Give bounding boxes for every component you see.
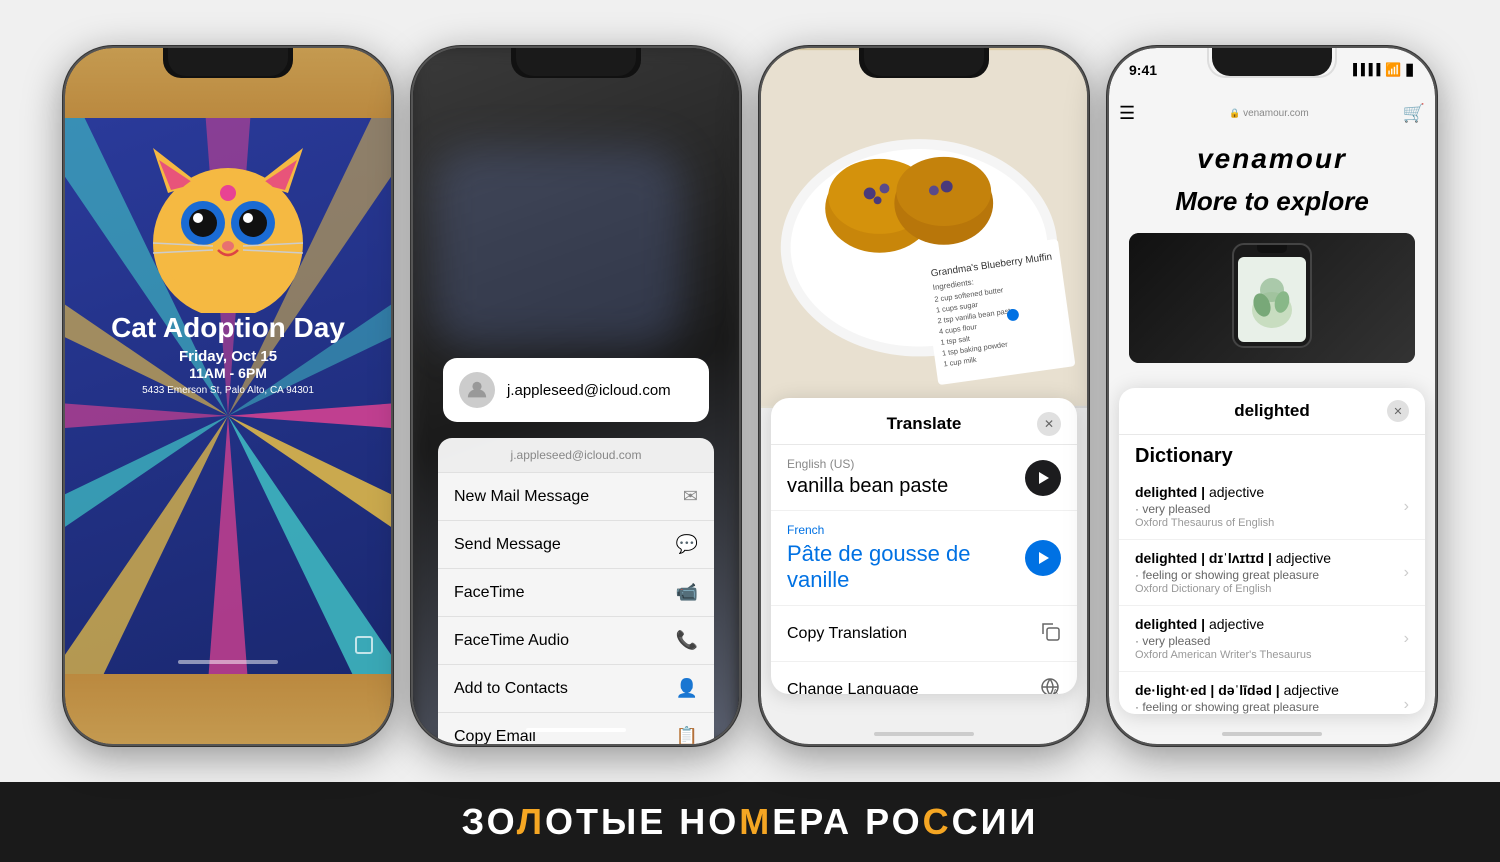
chevron-right-icon-2: › (1404, 564, 1409, 582)
dict-close-button[interactable]: ✕ (1387, 400, 1409, 422)
chevron-right-icon-3: › (1404, 630, 1409, 648)
copy-icon: 📋 (676, 726, 698, 744)
browser-bar: ☰ 🔒 venamour.com 🛒 (1109, 103, 1435, 124)
source-language: English (US) (787, 457, 948, 471)
change-language-label: Change Language (787, 681, 919, 695)
context-header: j.appleseed@icloud.com (438, 438, 714, 473)
dict-section-title: Dictionary (1119, 435, 1425, 474)
dict-entry-4[interactable]: de·light·ed | dəˈlīdəd | adjective · fee… (1119, 672, 1425, 714)
menu-item-new-mail[interactable]: New Mail Message ✉ (438, 473, 714, 521)
phones-container: Cat Adoption Day Friday, Oct 15 11AM - 6… (0, 0, 1500, 782)
svg-text:A: A (1053, 689, 1058, 694)
menu-item-label-copy-email: Copy Email (454, 728, 536, 745)
product-image (1129, 233, 1415, 363)
cart-icon[interactable]: 🛒 (1403, 103, 1425, 124)
dict-entry-2[interactable]: delighted | dɪˈlʌɪtɪd | adjective · feel… (1119, 540, 1425, 606)
message-icon: 💬 (676, 534, 698, 555)
chevron-right-icon-4: › (1404, 696, 1409, 714)
wifi-icon: 📶 (1385, 62, 1401, 78)
translate-source-section: English (US) vanilla bean paste (771, 445, 1077, 511)
explore-title: More to explore (1109, 186, 1435, 217)
email-card: j.appleseed@icloud.com (443, 358, 709, 422)
brand-name: venamour (1109, 143, 1435, 175)
translate-target-section: French Pâte de gousse de vanille (771, 511, 1077, 606)
dictionary-panel: delighted ✕ Dictionary delighted | adjec… (1119, 388, 1425, 714)
dict-entry-3[interactable]: delighted | adjective · very pleased Oxf… (1119, 606, 1425, 672)
event-title: Cat Adoption Day (96, 313, 360, 344)
menu-item-label-facetime: FaceTime (454, 584, 525, 602)
browser-domain: venamour.com (1243, 108, 1309, 119)
translate-panel: Translate ✕ English (US) vanilla bean pa… (771, 398, 1077, 694)
facetime-icon: 📹 (676, 582, 698, 603)
translate-header: Translate ✕ (771, 398, 1077, 445)
event-address: 5433 Emerson St, Palo Alto, CA 94301 (142, 385, 314, 396)
lock-icon: 🔒 (1229, 108, 1240, 118)
dict-word: delighted (1234, 401, 1310, 421)
translate-title: Translate (811, 414, 1037, 434)
phone-icon: 📞 (676, 630, 698, 651)
source-text: vanilla bean paste (787, 475, 948, 498)
event-time: 11AM - 6PM (189, 365, 267, 381)
play-source-button[interactable] (1025, 460, 1061, 496)
menu-item-add-contacts[interactable]: Add to Contacts 👤 (438, 665, 714, 713)
context-menu: j.appleseed@icloud.com New Mail Message … (438, 438, 714, 744)
event-date: Friday, Oct 15 (179, 348, 277, 365)
phone-3: Grandma's Blueberry Muffin Ingredients: … (759, 46, 1089, 746)
phone-4: 9:41 ▐▐▐▐ 📶 ▊ ☰ 🔒 venamour.com (1107, 46, 1437, 746)
battery-icon: ▊ (1407, 64, 1415, 77)
target-text: Pâte de gousse de vanille (787, 541, 1025, 593)
email-display: j.appleseed@icloud.com (507, 382, 671, 399)
menu-item-label-facetime-audio: FaceTime Audio (454, 632, 569, 650)
phone-1: Cat Adoption Day Friday, Oct 15 11AM - 6… (63, 46, 393, 746)
copy-translation-icon (1039, 620, 1061, 647)
target-language: French (787, 523, 1025, 537)
footer: ЗОЛОТЫЕ НОМЕРА РОССИИ (0, 782, 1500, 862)
menu-item-label-new-mail: New Mail Message (454, 488, 589, 506)
signal-icon: ▐▐▐▐ (1349, 64, 1380, 76)
phone-2: j.appleseed@icloud.com j.appleseed@iclou… (411, 46, 741, 746)
chevron-right-icon-1: › (1404, 498, 1409, 516)
email-avatar (459, 372, 495, 408)
menu-item-facetime-audio[interactable]: FaceTime Audio 📞 (438, 617, 714, 665)
dict-entry-1[interactable]: delighted | adjective · very pleased Oxf… (1119, 474, 1425, 540)
change-language-button[interactable]: Change Language A (771, 662, 1077, 694)
dict-header: delighted ✕ (1119, 388, 1425, 435)
mail-icon: ✉ (683, 486, 698, 507)
change-language-icon: A (1039, 676, 1061, 694)
status-time: 9:41 (1129, 62, 1157, 78)
menu-icon[interactable]: ☰ (1119, 103, 1135, 124)
browser-lock-domain: 🔒 venamour.com (1135, 108, 1402, 119)
contacts-icon: 👤 (676, 678, 698, 699)
copy-translation-label: Copy Translation (787, 625, 907, 643)
copy-translation-button[interactable]: Copy Translation (771, 606, 1077, 662)
menu-item-label-add-contacts: Add to Contacts (454, 680, 568, 698)
status-bar: 9:41 ▐▐▐▐ 📶 ▊ (1109, 62, 1435, 78)
play-target-button[interactable] (1025, 540, 1061, 576)
menu-item-facetime[interactable]: FaceTime 📹 (438, 569, 714, 617)
footer-text: ЗОЛОТЫЕ НОМЕРА РОССИИ (462, 801, 1039, 843)
menu-item-label-send: Send Message (454, 536, 561, 554)
menu-item-send-message[interactable]: Send Message 💬 (438, 521, 714, 569)
translate-close-button[interactable]: ✕ (1037, 412, 1061, 436)
